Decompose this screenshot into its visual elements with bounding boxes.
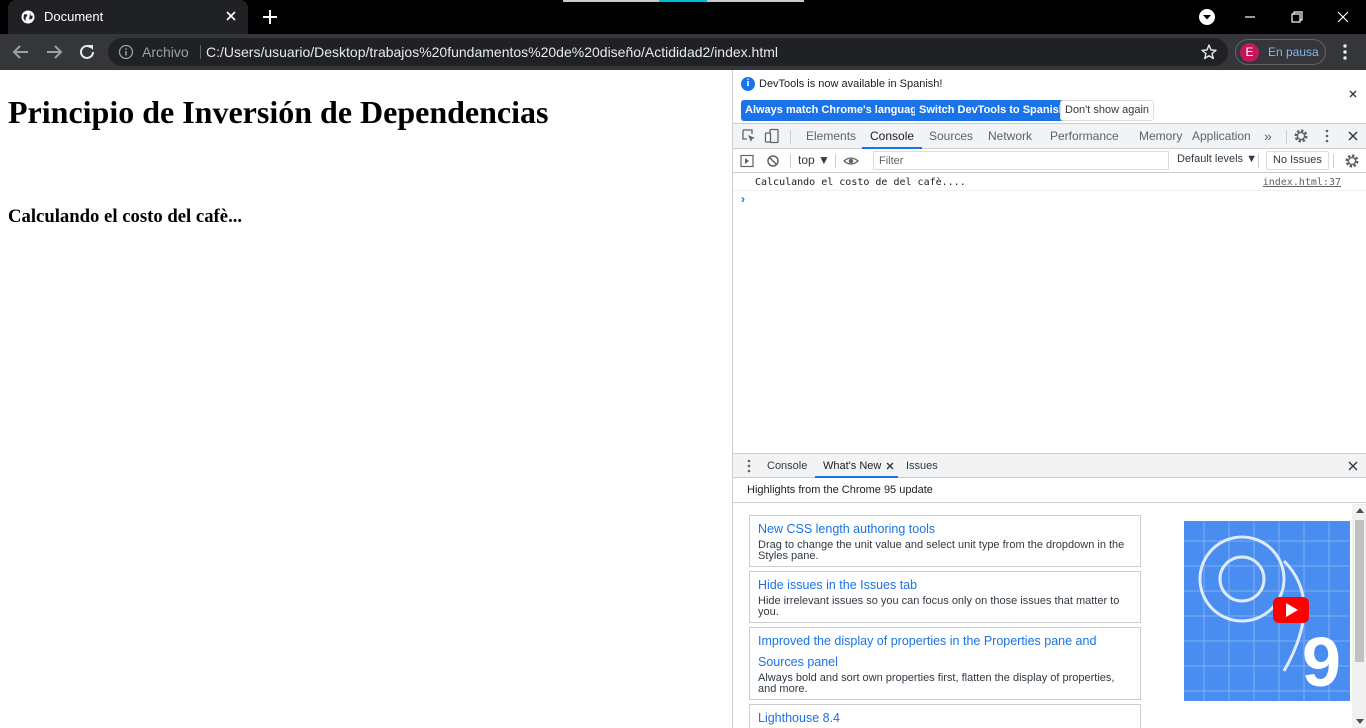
filter-input[interactable]: [874, 152, 1168, 169]
whats-new-scrollbar[interactable]: [1352, 504, 1366, 728]
drawer-menu-icon[interactable]: [741, 459, 757, 473]
close-tab-icon[interactable]: [222, 7, 240, 25]
globe-icon: [21, 10, 35, 24]
feature-card[interactable]: Hide issues in the Issues tab Hide irrel…: [749, 571, 1141, 623]
console-settings-gear-icon[interactable]: [1344, 153, 1360, 169]
toolbar-divider: [1286, 130, 1287, 144]
tab-sources[interactable]: Sources: [929, 124, 973, 149]
toolbar-divider: [790, 130, 791, 144]
dont-show-again-button[interactable]: Don't show again: [1060, 100, 1155, 121]
always-match-language-button[interactable]: Always match Chrome's language: [741, 100, 928, 121]
page-viewport: Principio de Inversión de Dependencias C…: [0, 70, 732, 728]
whats-new-heading: Highlights from the Chrome 95 update: [747, 484, 933, 496]
page-heading: Principio de Inversión de Dependencias: [8, 94, 549, 130]
toolbar-divider: [835, 154, 836, 168]
address-separator: [200, 45, 201, 59]
feature-card[interactable]: Lighthouse 8.4: [749, 704, 1141, 728]
close-infobar-icon[interactable]: [1347, 88, 1359, 100]
inspect-element-icon[interactable]: [741, 128, 757, 144]
svg-text:9: 9: [1302, 623, 1341, 701]
tab-search-icon[interactable]: [1196, 6, 1218, 28]
device-toolbar-icon[interactable]: [764, 128, 780, 144]
toolbar-divider: [1258, 154, 1259, 168]
tab-elements[interactable]: Elements: [806, 124, 856, 149]
site-info-icon[interactable]: [118, 44, 134, 60]
tab-performance[interactable]: Performance: [1050, 124, 1119, 149]
url-scheme-label: Archivo: [142, 44, 189, 60]
scrollbar-thumb[interactable]: [1355, 520, 1364, 662]
bookmark-star-icon[interactable]: [1200, 43, 1218, 61]
drawer-tab-issues[interactable]: Issues: [906, 454, 938, 478]
page-subheading: Calculando el costo del cafè...: [8, 206, 243, 227]
address-bar[interactable]: Archivo C:/Users/usuario/Desktop/trabajo…: [108, 38, 1228, 66]
video-thumbnail[interactable]: 9: [1184, 521, 1350, 701]
log-message: Calculando el costo de del cafè....: [755, 177, 966, 188]
more-tabs-button[interactable]: »: [1264, 124, 1272, 149]
back-icon[interactable]: [10, 41, 32, 63]
reload-icon[interactable]: [76, 41, 98, 63]
issues-counter[interactable]: No Issues: [1266, 151, 1329, 170]
new-tab-icon[interactable]: [260, 7, 280, 27]
infobar-message: DevTools is now available in Spanish!: [759, 78, 943, 90]
log-levels-dropdown[interactable]: Default levels ▼: [1177, 153, 1257, 165]
whats-new-header: Highlights from the Chrome 95 update: [733, 478, 1366, 503]
feature-card[interactable]: New CSS length authoring tools Drag to c…: [749, 515, 1141, 567]
chrome-95-artwork: 9: [1184, 521, 1350, 701]
feature-description: Drag to change the unit value and select…: [758, 539, 1125, 562]
feature-card[interactable]: Improved the display of properties in th…: [749, 627, 1141, 700]
browser-tab[interactable]: Document: [8, 0, 248, 34]
forward-icon[interactable]: [43, 41, 65, 63]
close-drawer-icon[interactable]: [1347, 460, 1359, 472]
console-log-entry: Calculando el costo de del cafè.... inde…: [733, 173, 1366, 191]
avatar: E: [1240, 43, 1259, 62]
tab-application[interactable]: Application: [1192, 124, 1251, 149]
drawer-tab-bar: Console What's New Issues: [733, 453, 1366, 478]
language-infobar: i DevTools is now available in Spanish! …: [733, 70, 1366, 124]
restore-icon[interactable]: [1286, 6, 1308, 28]
scroll-down-arrow-icon[interactable]: [1356, 719, 1364, 724]
close-window-icon[interactable]: [1332, 6, 1354, 28]
console-filter[interactable]: [873, 151, 1169, 170]
devtools-tab-bar: Elements Console Sources Network Perform…: [733, 124, 1366, 149]
url-text[interactable]: C:/Users/usuario/Desktop/trabajos%20fund…: [206, 44, 778, 60]
scroll-up-arrow-icon[interactable]: [1356, 508, 1364, 513]
tab-title: Document: [44, 9, 104, 24]
feature-title[interactable]: Lighthouse 8.4: [758, 708, 1132, 728]
tab-console[interactable]: Console: [862, 124, 923, 149]
feature-description: Always bold and sort own properties firs…: [758, 672, 1115, 695]
info-icon: i: [741, 77, 755, 91]
context-selector[interactable]: top ▼: [798, 153, 830, 167]
feature-title[interactable]: Hide issues in the Issues tab: [758, 575, 1132, 596]
feature-title[interactable]: Improved the display of properties in th…: [758, 631, 1132, 673]
drawer-tab-console[interactable]: Console: [767, 454, 807, 478]
window-drag-indicator: [563, 0, 804, 2]
whats-new-body: New CSS length authoring tools Drag to c…: [733, 504, 1366, 728]
console-toolbar: top ▼ Default levels ▼ No Issues: [733, 149, 1366, 173]
browser-tab-strip: Document: [0, 0, 1366, 34]
switch-to-spanish-button[interactable]: Switch DevTools to Spanish: [915, 100, 1070, 121]
minimize-icon[interactable]: [1239, 6, 1261, 28]
devtools-panel: i DevTools is now available in Spanish! …: [732, 70, 1366, 728]
profile-button[interactable]: E En pausa: [1235, 39, 1326, 65]
profile-status-label: En pausa: [1268, 45, 1319, 59]
drawer-tab-label: What's New: [823, 460, 882, 472]
log-source-link[interactable]: index.html:37: [1263, 177, 1341, 188]
customize-menu-icon[interactable]: [1319, 128, 1335, 144]
show-sidebar-icon[interactable]: [739, 153, 755, 169]
browser-menu-icon[interactable]: [1336, 42, 1354, 62]
live-expression-eye-icon[interactable]: [843, 153, 859, 169]
settings-gear-icon[interactable]: [1293, 128, 1309, 144]
feature-title[interactable]: New CSS length authoring tools: [758, 519, 1132, 540]
close-devtools-icon[interactable]: [1345, 128, 1361, 144]
console-prompt[interactable]: ›: [741, 192, 745, 206]
window-drag-indicator-accent: [659, 0, 707, 2]
toolbar-divider: [790, 154, 791, 168]
feature-description: Hide irrelevant issues so you can focus …: [758, 595, 1120, 618]
toolbar-divider: [1333, 154, 1334, 168]
close-tab-icon[interactable]: [885, 461, 895, 471]
tab-memory[interactable]: Memory: [1139, 124, 1182, 149]
browser-toolbar: Archivo C:/Users/usuario/Desktop/trabajo…: [0, 34, 1366, 70]
tab-network[interactable]: Network: [988, 124, 1032, 149]
clear-console-icon[interactable]: [765, 153, 781, 169]
